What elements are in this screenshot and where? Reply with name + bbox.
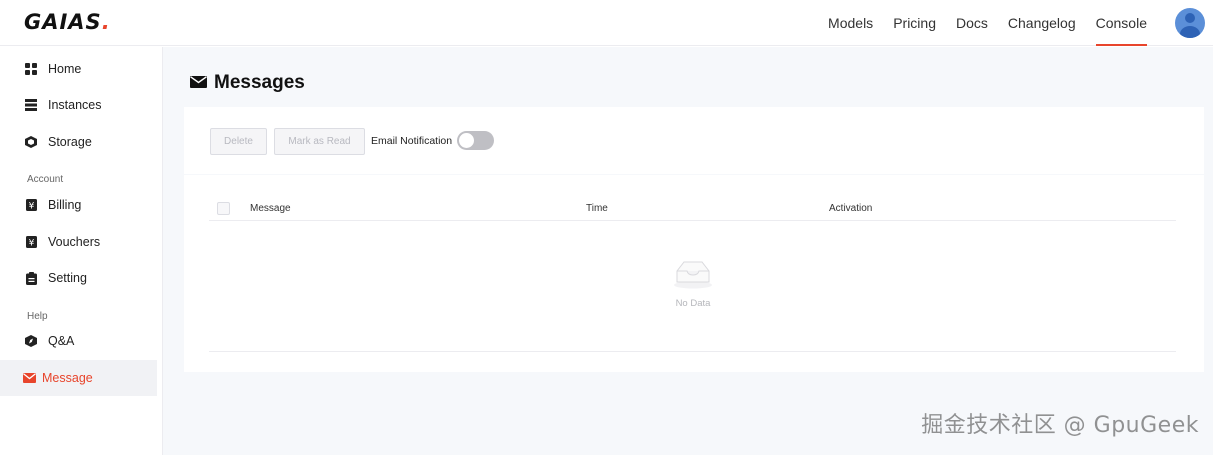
table-header: Message Time Activation xyxy=(209,195,1176,221)
sidebar-group-help: Help xyxy=(27,311,48,322)
server-icon xyxy=(24,98,38,112)
avatar[interactable] xyxy=(1175,8,1205,38)
sidebar-item-message[interactable]: Message xyxy=(0,360,157,396)
sidebar-item-label: Home xyxy=(48,62,82,76)
empty-inbox-icon xyxy=(672,261,714,293)
sidebar: Home Instances Storage Account ¥ Billing… xyxy=(0,47,163,455)
nav-models[interactable]: Models xyxy=(818,0,883,46)
main-content: Messages Delete Mark as Read Email Notif… xyxy=(163,47,1213,455)
column-header-activation[interactable]: Activation xyxy=(829,203,872,214)
brand-dot: . xyxy=(101,10,111,34)
top-navigation-bar: GAIAS. Models Pricing Docs Changelog Con… xyxy=(0,0,1213,46)
sidebar-item-label: Billing xyxy=(48,198,82,212)
table-divider xyxy=(209,351,1176,352)
grid-icon xyxy=(24,62,38,76)
nav-changelog[interactable]: Changelog xyxy=(998,0,1086,46)
column-header-message[interactable]: Message xyxy=(250,203,291,214)
yen-icon: ¥ xyxy=(24,198,38,212)
voucher-icon: ¥ xyxy=(24,235,38,249)
page-title: Messages xyxy=(190,72,305,94)
sidebar-item-setting[interactable]: Setting xyxy=(0,260,157,296)
envelope-icon xyxy=(22,371,36,385)
brand-name: GAIAS xyxy=(24,10,102,34)
sidebar-item-instances[interactable]: Instances xyxy=(0,87,157,123)
svg-text:¥: ¥ xyxy=(28,202,34,212)
sidebar-item-label: Q&A xyxy=(48,334,75,348)
brand-logo[interactable]: GAIAS. xyxy=(24,10,111,34)
sidebar-item-home[interactable]: Home xyxy=(0,51,157,87)
empty-text: No Data xyxy=(675,298,711,309)
mark-as-read-button[interactable]: Mark as Read xyxy=(274,128,365,155)
toolbar: Delete Mark as Read Email Notification xyxy=(184,107,1204,174)
email-notification-toggle[interactable] xyxy=(457,131,494,150)
sidebar-item-label: Instances xyxy=(48,98,102,112)
sidebar-item-label: Message xyxy=(42,371,93,385)
user-menu[interactable] xyxy=(1157,0,1213,46)
sidebar-item-qa[interactable]: Q&A xyxy=(0,323,157,359)
sidebar-item-label: Vouchers xyxy=(48,235,101,249)
nav-console[interactable]: Console xyxy=(1086,0,1157,46)
svg-text:¥: ¥ xyxy=(28,239,34,249)
delete-button[interactable]: Delete xyxy=(210,128,267,155)
watermark: 掘金技术社区 @ GpuGeek xyxy=(921,413,1199,438)
messages-table: Message Time Activation No Data xyxy=(184,175,1204,372)
empty-state: No Data xyxy=(660,257,726,309)
cube-icon xyxy=(24,135,38,149)
nav-pricing[interactable]: Pricing xyxy=(883,0,946,46)
sidebar-item-storage[interactable]: Storage xyxy=(0,124,157,160)
sidebar-item-billing[interactable]: ¥ Billing xyxy=(0,187,157,223)
clipboard-icon xyxy=(24,271,38,285)
top-nav: Models Pricing Docs Changelog Console xyxy=(818,0,1213,46)
page-title-text: Messages xyxy=(214,72,305,93)
select-all-checkbox[interactable] xyxy=(217,202,230,215)
sidebar-group-account: Account xyxy=(27,174,64,185)
sidebar-item-vouchers[interactable]: ¥ Vouchers xyxy=(0,224,157,260)
envelope-icon xyxy=(190,72,214,94)
compass-icon xyxy=(24,334,38,348)
nav-docs[interactable]: Docs xyxy=(946,0,998,46)
sidebar-item-label: Setting xyxy=(48,271,87,285)
column-header-time[interactable]: Time xyxy=(586,203,608,214)
sidebar-item-label: Storage xyxy=(48,135,92,149)
email-notification-label: Email Notification xyxy=(371,135,453,147)
